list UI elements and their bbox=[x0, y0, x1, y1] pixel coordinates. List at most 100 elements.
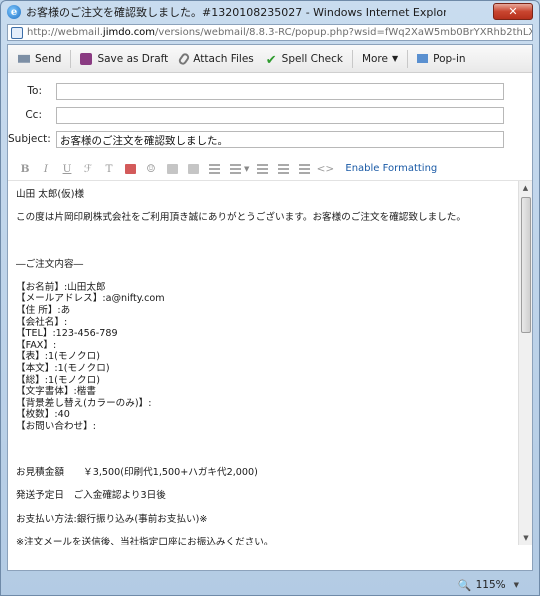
body-line bbox=[16, 270, 506, 282]
chevron-down-icon[interactable]: ▼ bbox=[514, 581, 519, 589]
paperclip-icon bbox=[177, 51, 191, 66]
zoom-icon[interactable]: 🔍 bbox=[458, 579, 472, 592]
page-icon bbox=[11, 26, 23, 39]
pop-in-icon bbox=[417, 54, 429, 63]
link-icon[interactable] bbox=[186, 162, 200, 176]
browser-window: e お客様のご注文を確認致しました。#1320108235027 - Windo… bbox=[0, 0, 540, 596]
message-body[interactable]: 山田 太郎(仮)様この度は片岡印刷株式会社をご利用頂き誠にありがとうございます。… bbox=[8, 181, 532, 545]
html-code-icon[interactable]: <> bbox=[317, 162, 335, 176]
align-left-icon[interactable] bbox=[207, 162, 221, 176]
window-title: お客様のご注文を確認致しました。#1320108235027 - Windows… bbox=[26, 6, 446, 19]
body-line: ―ご注文内容― bbox=[16, 258, 84, 270]
body-line: お見積金額 ￥3,500(印刷代1,500+ハガキ代2,000) bbox=[16, 467, 258, 479]
header-fields: To: Cc: Subject: お客様のご注文を確認致しました。 bbox=[8, 73, 532, 151]
body-line: 【FAX】: bbox=[16, 339, 57, 351]
vertical-scrollbar[interactable]: ▲ ▼ bbox=[518, 181, 532, 545]
underline-button[interactable]: U bbox=[60, 162, 74, 176]
body-line: 【TEL】:123-456-789 bbox=[16, 328, 118, 340]
title-bar: e お客様のご注文を確認致しました。#1320108235027 - Windo… bbox=[1, 1, 539, 23]
address-bar[interactable]: http://webmail.jimdo.com/versions/webmai… bbox=[7, 24, 533, 41]
scroll-up-arrow-icon[interactable]: ▲ bbox=[519, 181, 532, 195]
numbered-list-icon[interactable] bbox=[297, 162, 311, 176]
subject-label: Subject: bbox=[8, 133, 51, 145]
pop-in-label: Pop-in bbox=[433, 52, 466, 65]
body-line bbox=[16, 247, 506, 259]
italic-button[interactable]: I bbox=[39, 162, 53, 176]
scroll-down-arrow-icon[interactable]: ▼ bbox=[519, 531, 532, 545]
emoticon-icon[interactable]: ☺ bbox=[144, 162, 158, 176]
pop-in-button[interactable]: Pop-in bbox=[411, 48, 471, 70]
enable-formatting-link[interactable]: Enable Formatting bbox=[345, 163, 437, 174]
body-line bbox=[16, 444, 506, 456]
bullet-list-icon[interactable] bbox=[276, 162, 290, 176]
chevron-down-icon[interactable]: ▼ bbox=[244, 165, 249, 173]
body-line bbox=[16, 224, 506, 236]
body-line: 【表】:1(モノクロ) bbox=[16, 351, 100, 363]
toolbar-divider bbox=[407, 49, 409, 68]
body-line: 【総】:1(モノクロ) bbox=[16, 374, 100, 386]
indent-icon[interactable] bbox=[255, 162, 269, 176]
body-line: 【本文】:1(モノクロ) bbox=[16, 362, 110, 374]
toolbar-divider bbox=[70, 49, 72, 68]
body-line bbox=[16, 456, 506, 468]
body-line: 【住 所】:あ bbox=[16, 304, 71, 316]
send-button[interactable]: Send bbox=[12, 48, 67, 70]
body-line: 発送予定日 ご入金確認より3日後 bbox=[16, 490, 166, 502]
ie-logo-icon: e bbox=[7, 5, 21, 19]
body-line: 【メールアドレス】:a@nifty.com bbox=[16, 293, 165, 305]
to-label: To: bbox=[27, 85, 42, 97]
spell-check-label: Spell Check bbox=[281, 52, 343, 65]
cc-label: Cc: bbox=[25, 109, 42, 121]
body-line: ※注文メールを送信後、当社指定口座にお振込みください。 bbox=[16, 536, 274, 545]
attach-files-button[interactable]: Attach Files bbox=[174, 48, 259, 70]
body-line bbox=[16, 201, 506, 213]
body-line: この度は片岡印刷株式会社をご利用頂き誠にありがとうございます。お客様のご注文を確… bbox=[16, 212, 466, 224]
font-family-icon[interactable]: ℱ bbox=[81, 162, 95, 176]
toolbar-divider bbox=[351, 49, 353, 68]
body-line bbox=[16, 502, 506, 514]
attach-files-label: Attach Files bbox=[193, 52, 254, 65]
body-line bbox=[16, 432, 506, 444]
checkmark-icon: ✔ bbox=[265, 52, 277, 68]
body-line: お支払い方法:銀行振り込み(事前お支払い)※ bbox=[16, 513, 208, 525]
window-close-button[interactable]: ✕ bbox=[493, 3, 533, 20]
to-field[interactable] bbox=[56, 82, 504, 100]
body-line: 【枚数】:40 bbox=[16, 409, 70, 421]
scrollbar-thumb[interactable] bbox=[521, 197, 531, 333]
compose-toolbar: Send Save as Draft Attach Files ✔ Spell … bbox=[8, 45, 532, 73]
save-draft-label: Save as Draft bbox=[97, 52, 169, 65]
spell-check-button[interactable]: ✔ Spell Check bbox=[260, 48, 349, 70]
body-line bbox=[16, 479, 506, 491]
more-menu-button[interactable]: More ▼ bbox=[356, 48, 404, 70]
text-color-icon[interactable] bbox=[123, 162, 137, 176]
cc-field[interactable] bbox=[56, 106, 504, 124]
body-line: 【お問い合わせ】: bbox=[16, 420, 96, 432]
to-row: To: bbox=[8, 79, 532, 103]
subject-row: Subject: お客様のご注文を確認致しました。 bbox=[8, 127, 532, 151]
font-size-icon[interactable]: T bbox=[102, 162, 116, 176]
body-line bbox=[16, 525, 506, 537]
compose-panel: Send Save as Draft Attach Files ✔ Spell … bbox=[7, 44, 533, 571]
body-line: 【文字書体】:楷書 bbox=[16, 386, 96, 398]
align-icon[interactable] bbox=[228, 162, 242, 176]
body-line: 【お名前】:山田太郎 bbox=[16, 281, 106, 293]
close-icon: ✕ bbox=[508, 5, 518, 18]
more-label: More bbox=[361, 52, 388, 65]
body-line: 【会社名】: bbox=[16, 316, 68, 328]
save-icon bbox=[80, 52, 93, 65]
send-icon bbox=[18, 54, 30, 63]
save-draft-button[interactable]: Save as Draft bbox=[74, 48, 174, 70]
bold-button[interactable]: B bbox=[18, 162, 32, 176]
cc-row: Cc: bbox=[8, 103, 532, 127]
message-body-text: 山田 太郎(仮)様この度は片岡印刷株式会社をご利用頂き誠にありがとうございます。… bbox=[8, 181, 514, 545]
formatting-toolbar: B I U ℱ T ☺ ▼ <> Enable Formatting bbox=[8, 157, 532, 181]
image-icon[interactable] bbox=[165, 162, 179, 176]
chevron-down-icon: ▼ bbox=[391, 54, 399, 63]
body-line: 山田 太郎(仮)様 bbox=[16, 189, 85, 200]
subject-field[interactable]: お客様のご注文を確認致しました。 bbox=[56, 130, 504, 148]
status-bar: 🔍 115% ▼ bbox=[1, 575, 539, 595]
body-line bbox=[16, 235, 506, 247]
send-label: Send bbox=[35, 52, 62, 65]
zoom-level[interactable]: 115% bbox=[476, 579, 506, 591]
address-url: http://webmail.jimdo.com/versions/webmai… bbox=[27, 27, 532, 38]
